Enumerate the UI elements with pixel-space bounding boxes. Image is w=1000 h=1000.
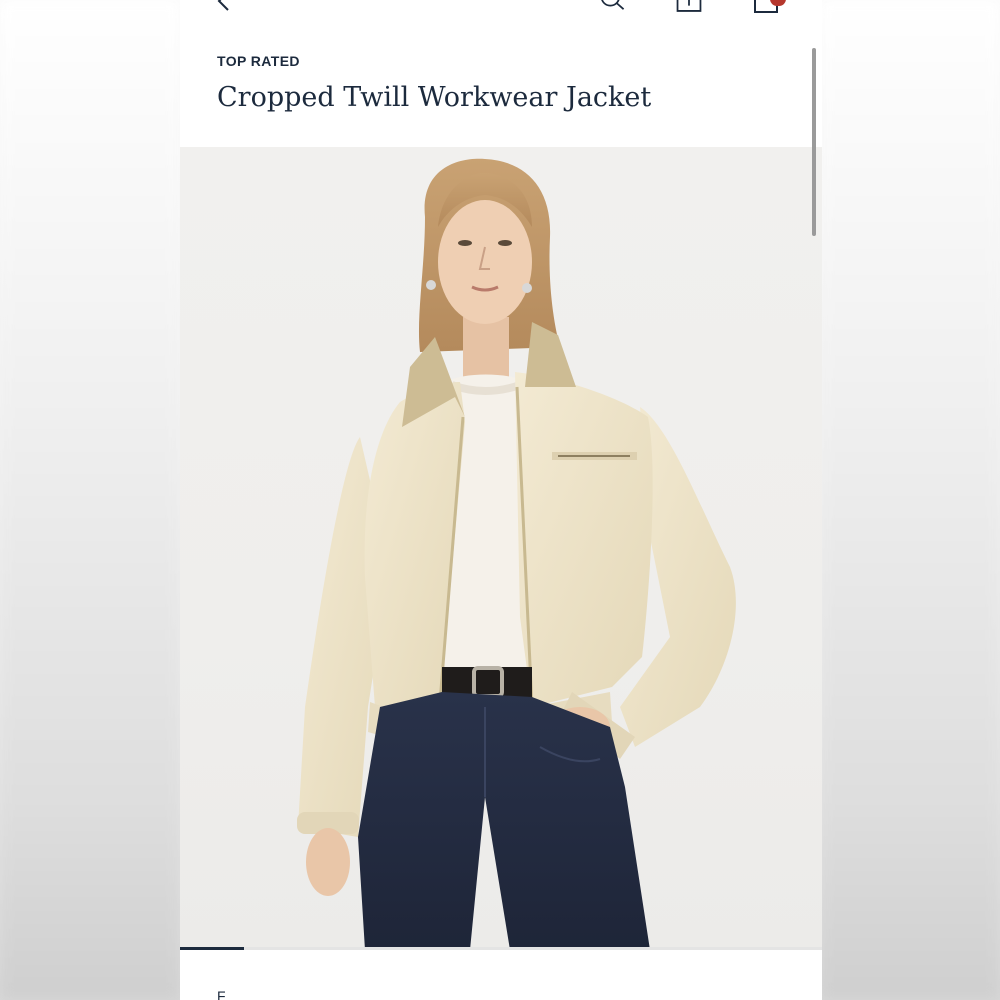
- model-wearing-jacket-illustration: [297, 158, 736, 950]
- below-fold-text: F: [217, 988, 226, 1000]
- image-carousel-indicator: [180, 947, 822, 950]
- share-icon[interactable]: [674, 0, 704, 18]
- product-page-screen: TOP RATED Cropped Twill Workwear Jacket: [180, 0, 822, 1000]
- back-icon[interactable]: [210, 0, 240, 18]
- top-rated-label: TOP RATED: [217, 53, 300, 69]
- product-image[interactable]: [180, 147, 822, 950]
- search-icon[interactable]: [598, 0, 628, 18]
- top-app-bar: [180, 0, 822, 20]
- carousel-active-segment: [180, 947, 244, 950]
- scrollbar[interactable]: [812, 48, 816, 236]
- product-title: Cropped Twill Workwear Jacket: [217, 82, 652, 113]
